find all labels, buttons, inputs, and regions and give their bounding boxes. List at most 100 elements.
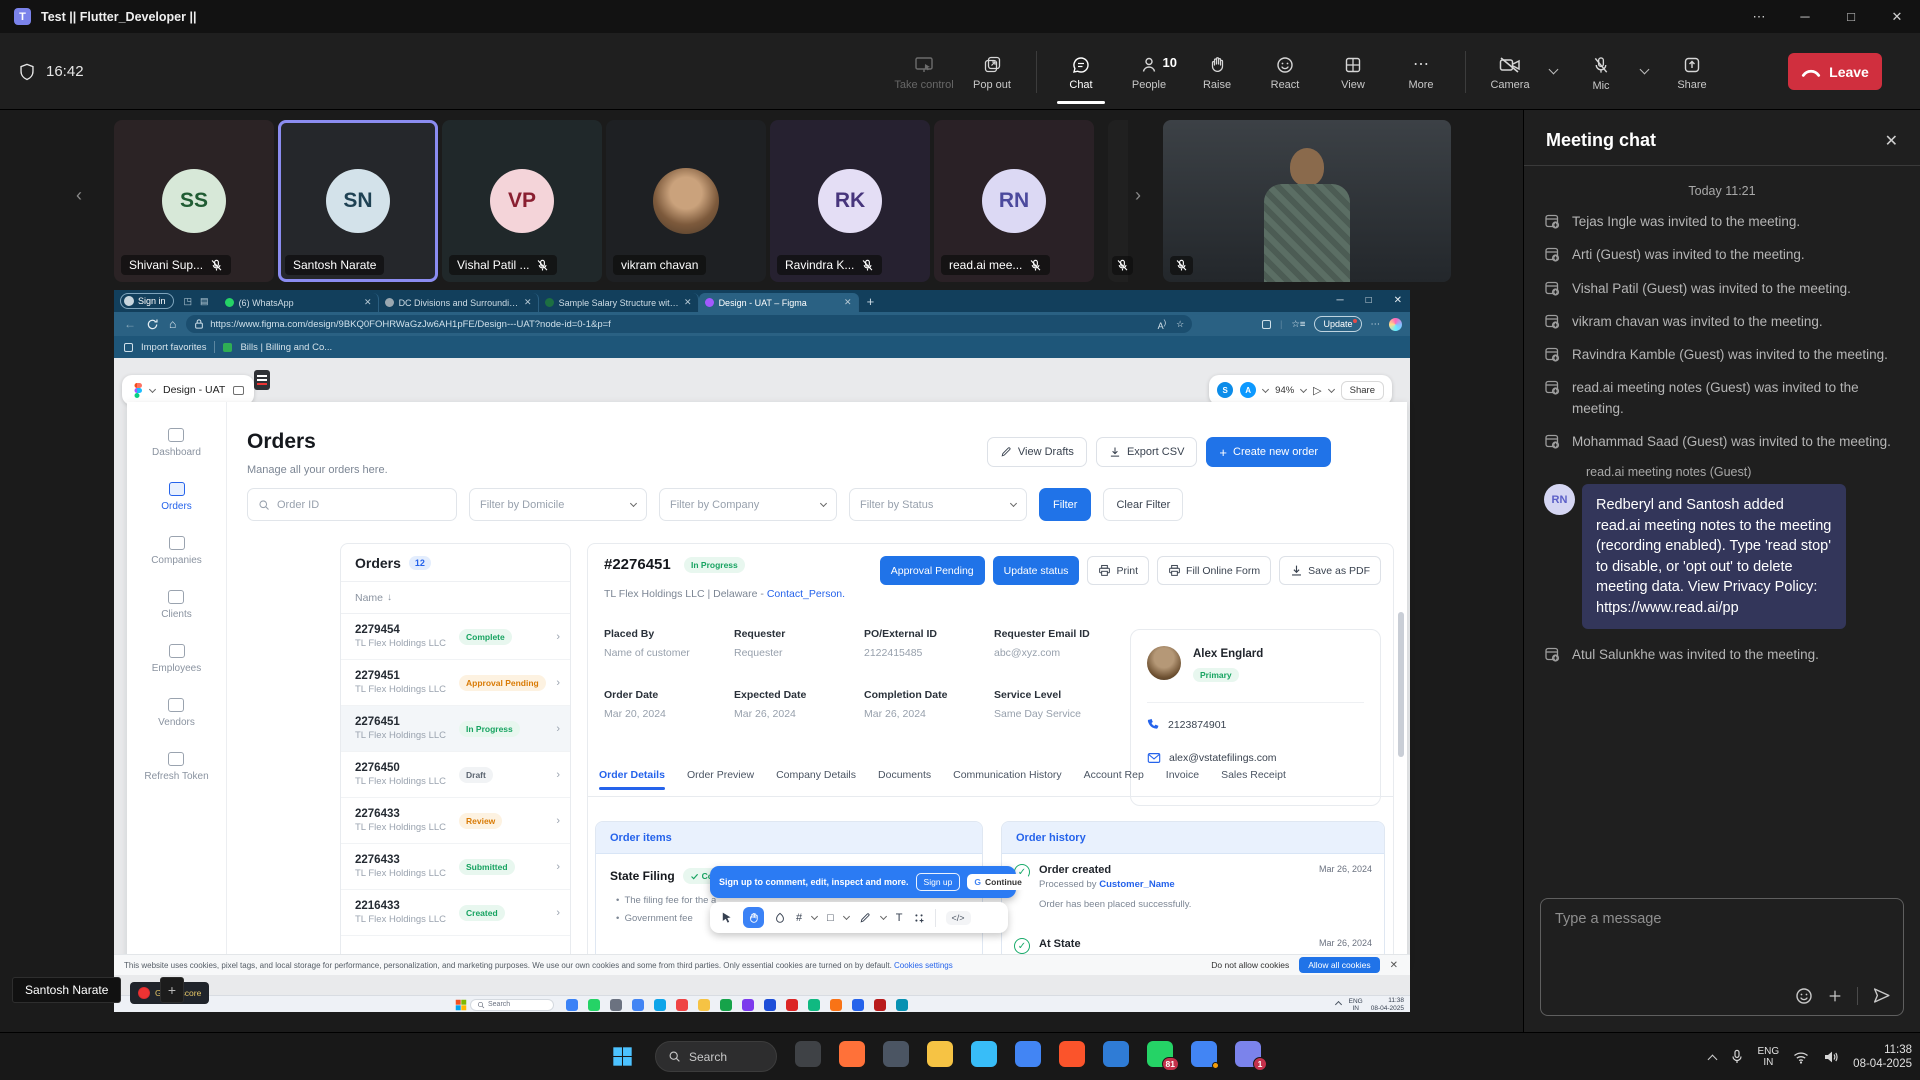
volume-icon[interactable] [1823, 1050, 1839, 1064]
shared-clock[interactable]: 11:3808-04-2025 [1371, 997, 1404, 1012]
camera-button[interactable]: Camera [1476, 52, 1544, 91]
favorite-star-icon[interactable]: ☆ [1176, 319, 1184, 330]
taskbar-app-icon[interactable] [1059, 1041, 1085, 1067]
address-bar[interactable]: https://www.figma.com/design/9BKQ0FOHRWa… [186, 315, 1192, 333]
taskbar-app-icon[interactable] [1191, 1041, 1217, 1067]
sign-up-button[interactable]: Sign up [916, 873, 961, 891]
figma-menu-chevron-icon[interactable] [149, 385, 156, 392]
share-button[interactable]: Share [1658, 52, 1726, 91]
name-column-header[interactable]: Name↓ [341, 582, 570, 614]
shared-taskbar-app-icon[interactable] [676, 999, 688, 1011]
order-row[interactable]: 2276433 TL Flex Holdings LLC Submitted › [341, 844, 570, 890]
more-button[interactable]: ⋯ More [1387, 52, 1455, 91]
taskbar-app-icon[interactable] [1103, 1041, 1129, 1067]
detail-tab[interactable]: Invoice [1166, 769, 1199, 790]
collaborator-avatar[interactable]: S [1217, 382, 1233, 398]
detail-tab[interactable]: Company Details [776, 769, 856, 790]
pop-out-button[interactable]: Pop out [958, 52, 1026, 91]
language-indicator[interactable]: ENGIN [1758, 1046, 1780, 1068]
zoom-chevron-icon[interactable] [1300, 385, 1307, 392]
titlebar-more-icon[interactable]: ⋯ [1736, 9, 1782, 25]
filter-button[interactable]: Filter [1039, 488, 1091, 521]
shared-taskbar-app-icon[interactable] [874, 999, 886, 1011]
read-aloud-icon[interactable]: A) [1158, 318, 1167, 331]
present-icon[interactable]: ▷ [1313, 384, 1321, 397]
browser-essentials-icon[interactable] [1262, 320, 1271, 329]
approval-pending-button[interactable]: Approval Pending [880, 556, 985, 585]
taskbar-app-icon[interactable]: 81 [1147, 1041, 1173, 1067]
sidebar-item[interactable]: Dashboard [152, 428, 201, 458]
tray-chevron-icon[interactable] [1335, 1001, 1342, 1008]
detail-tab[interactable]: Documents [878, 769, 931, 790]
detail-tab[interactable]: Account Rep [1084, 769, 1144, 790]
presenter-pin-button[interactable]: + [160, 977, 184, 1003]
spotlight-tile[interactable] [1163, 120, 1451, 282]
taskbar-clock[interactable]: 11:3808-04-2025 [1853, 1043, 1912, 1071]
bookmark-bills-link[interactable]: Bills | Billing and Co... [240, 342, 332, 353]
emoji-icon[interactable] [1795, 987, 1813, 1005]
cookie-close-icon[interactable]: ✕ [1390, 960, 1398, 971]
taskbar-app-icon[interactable] [971, 1041, 997, 1067]
present-chevron-icon[interactable] [1328, 385, 1335, 392]
close-button[interactable]: ✕ [1874, 9, 1920, 25]
sidebar-item[interactable]: Employees [152, 644, 201, 674]
participant-tile[interactable]: RN read.ai mee... [934, 120, 1094, 282]
shape-tool-icon[interactable]: □ [827, 912, 834, 924]
text-tool-icon[interactable]: T [896, 912, 903, 924]
order-id-input[interactable]: Order ID [247, 488, 457, 521]
strip-right-chevron-icon[interactable]: › [1135, 185, 1141, 206]
home-button[interactable]: ⌂ [169, 317, 176, 331]
update-status-button[interactable]: Update status [993, 556, 1080, 585]
allow-cookies-button[interactable]: Allow all cookies [1299, 957, 1379, 973]
participant-tile[interactable]: vikram chavan [606, 120, 766, 282]
shared-taskbar-app-icon[interactable] [720, 999, 732, 1011]
filter-status-select[interactable]: Filter by Status [849, 488, 1027, 521]
frame-tool-icon[interactable]: # [796, 912, 802, 924]
figma-logo-icon[interactable] [132, 383, 142, 398]
zoom-level[interactable]: 94% [1275, 385, 1294, 396]
contact-email[interactable]: alex@vstatefilings.com [1169, 752, 1277, 764]
filter-domicile-select[interactable]: Filter by Domicile [469, 488, 647, 521]
shared-taskbar-app-icon[interactable] [632, 999, 644, 1011]
detail-tab[interactable]: Communication History [953, 769, 1062, 790]
maximize-button[interactable]: □ [1828, 9, 1874, 24]
send-icon[interactable] [1872, 986, 1891, 1005]
hidden-icons-chevron[interactable] [1707, 1054, 1717, 1064]
participant-tile-partial[interactable] [1108, 120, 1128, 282]
shared-taskbar-app-icon[interactable] [852, 999, 864, 1011]
chat-button[interactable]: Chat [1047, 52, 1115, 91]
detail-tab[interactable]: Order Details [599, 769, 665, 790]
mic-button[interactable]: Mic [1567, 52, 1635, 92]
order-row[interactable]: 2279451 TL Flex Holdings LLC Approval Pe… [341, 660, 570, 706]
chat-close-icon[interactable]: ✕ [1885, 131, 1898, 151]
shared-language-indicator[interactable]: ENGIN [1349, 998, 1363, 1012]
contact-phone[interactable]: 2123874901 [1168, 719, 1226, 731]
browser-tab[interactable]: (6) WhatsApp ✕ [219, 293, 379, 312]
shared-taskbar-app-icon[interactable] [698, 999, 710, 1011]
order-row[interactable]: 2276450 TL Flex Holdings LLC Draft › [341, 752, 570, 798]
chat-input-box[interactable] [1540, 898, 1904, 1016]
shared-start-button[interactable] [455, 999, 467, 1011]
tab-close-icon[interactable]: ✕ [524, 297, 532, 308]
order-row[interactable]: 2276451 TL Flex Holdings LLC In Progress… [341, 706, 570, 752]
chat-message-input[interactable] [1555, 911, 1805, 927]
copilot-icon[interactable] [1389, 318, 1402, 331]
move-tool-icon[interactable] [720, 911, 733, 924]
pen-tool-icon[interactable] [774, 912, 786, 924]
favorites-bar-icon[interactable]: ☆≡ [1291, 319, 1305, 330]
tab-close-icon[interactable]: ✕ [684, 297, 692, 308]
detail-tab[interactable]: Order Preview [687, 769, 754, 790]
update-button[interactable]: Update [1314, 316, 1361, 332]
camera-options-chevron-icon[interactable] [1549, 64, 1559, 74]
shared-taskbar-app-icon[interactable] [830, 999, 842, 1011]
sidebar-item[interactable]: Vendors [158, 698, 195, 728]
import-favorites-link[interactable]: Import favorites [141, 342, 206, 353]
order-row[interactable]: 2216433 TL Flex Holdings LLC Created › [341, 890, 570, 936]
contact-person-link[interactable]: Contact_Person. [767, 588, 845, 600]
react-button[interactable]: React [1251, 52, 1319, 91]
taskbar-app-icon[interactable] [883, 1041, 909, 1067]
taskbar-app-icon[interactable] [927, 1041, 953, 1067]
taskbar-search[interactable]: Search [655, 1041, 777, 1072]
back-button[interactable]: ← [124, 317, 136, 331]
shared-search-box[interactable]: Search [470, 999, 554, 1011]
